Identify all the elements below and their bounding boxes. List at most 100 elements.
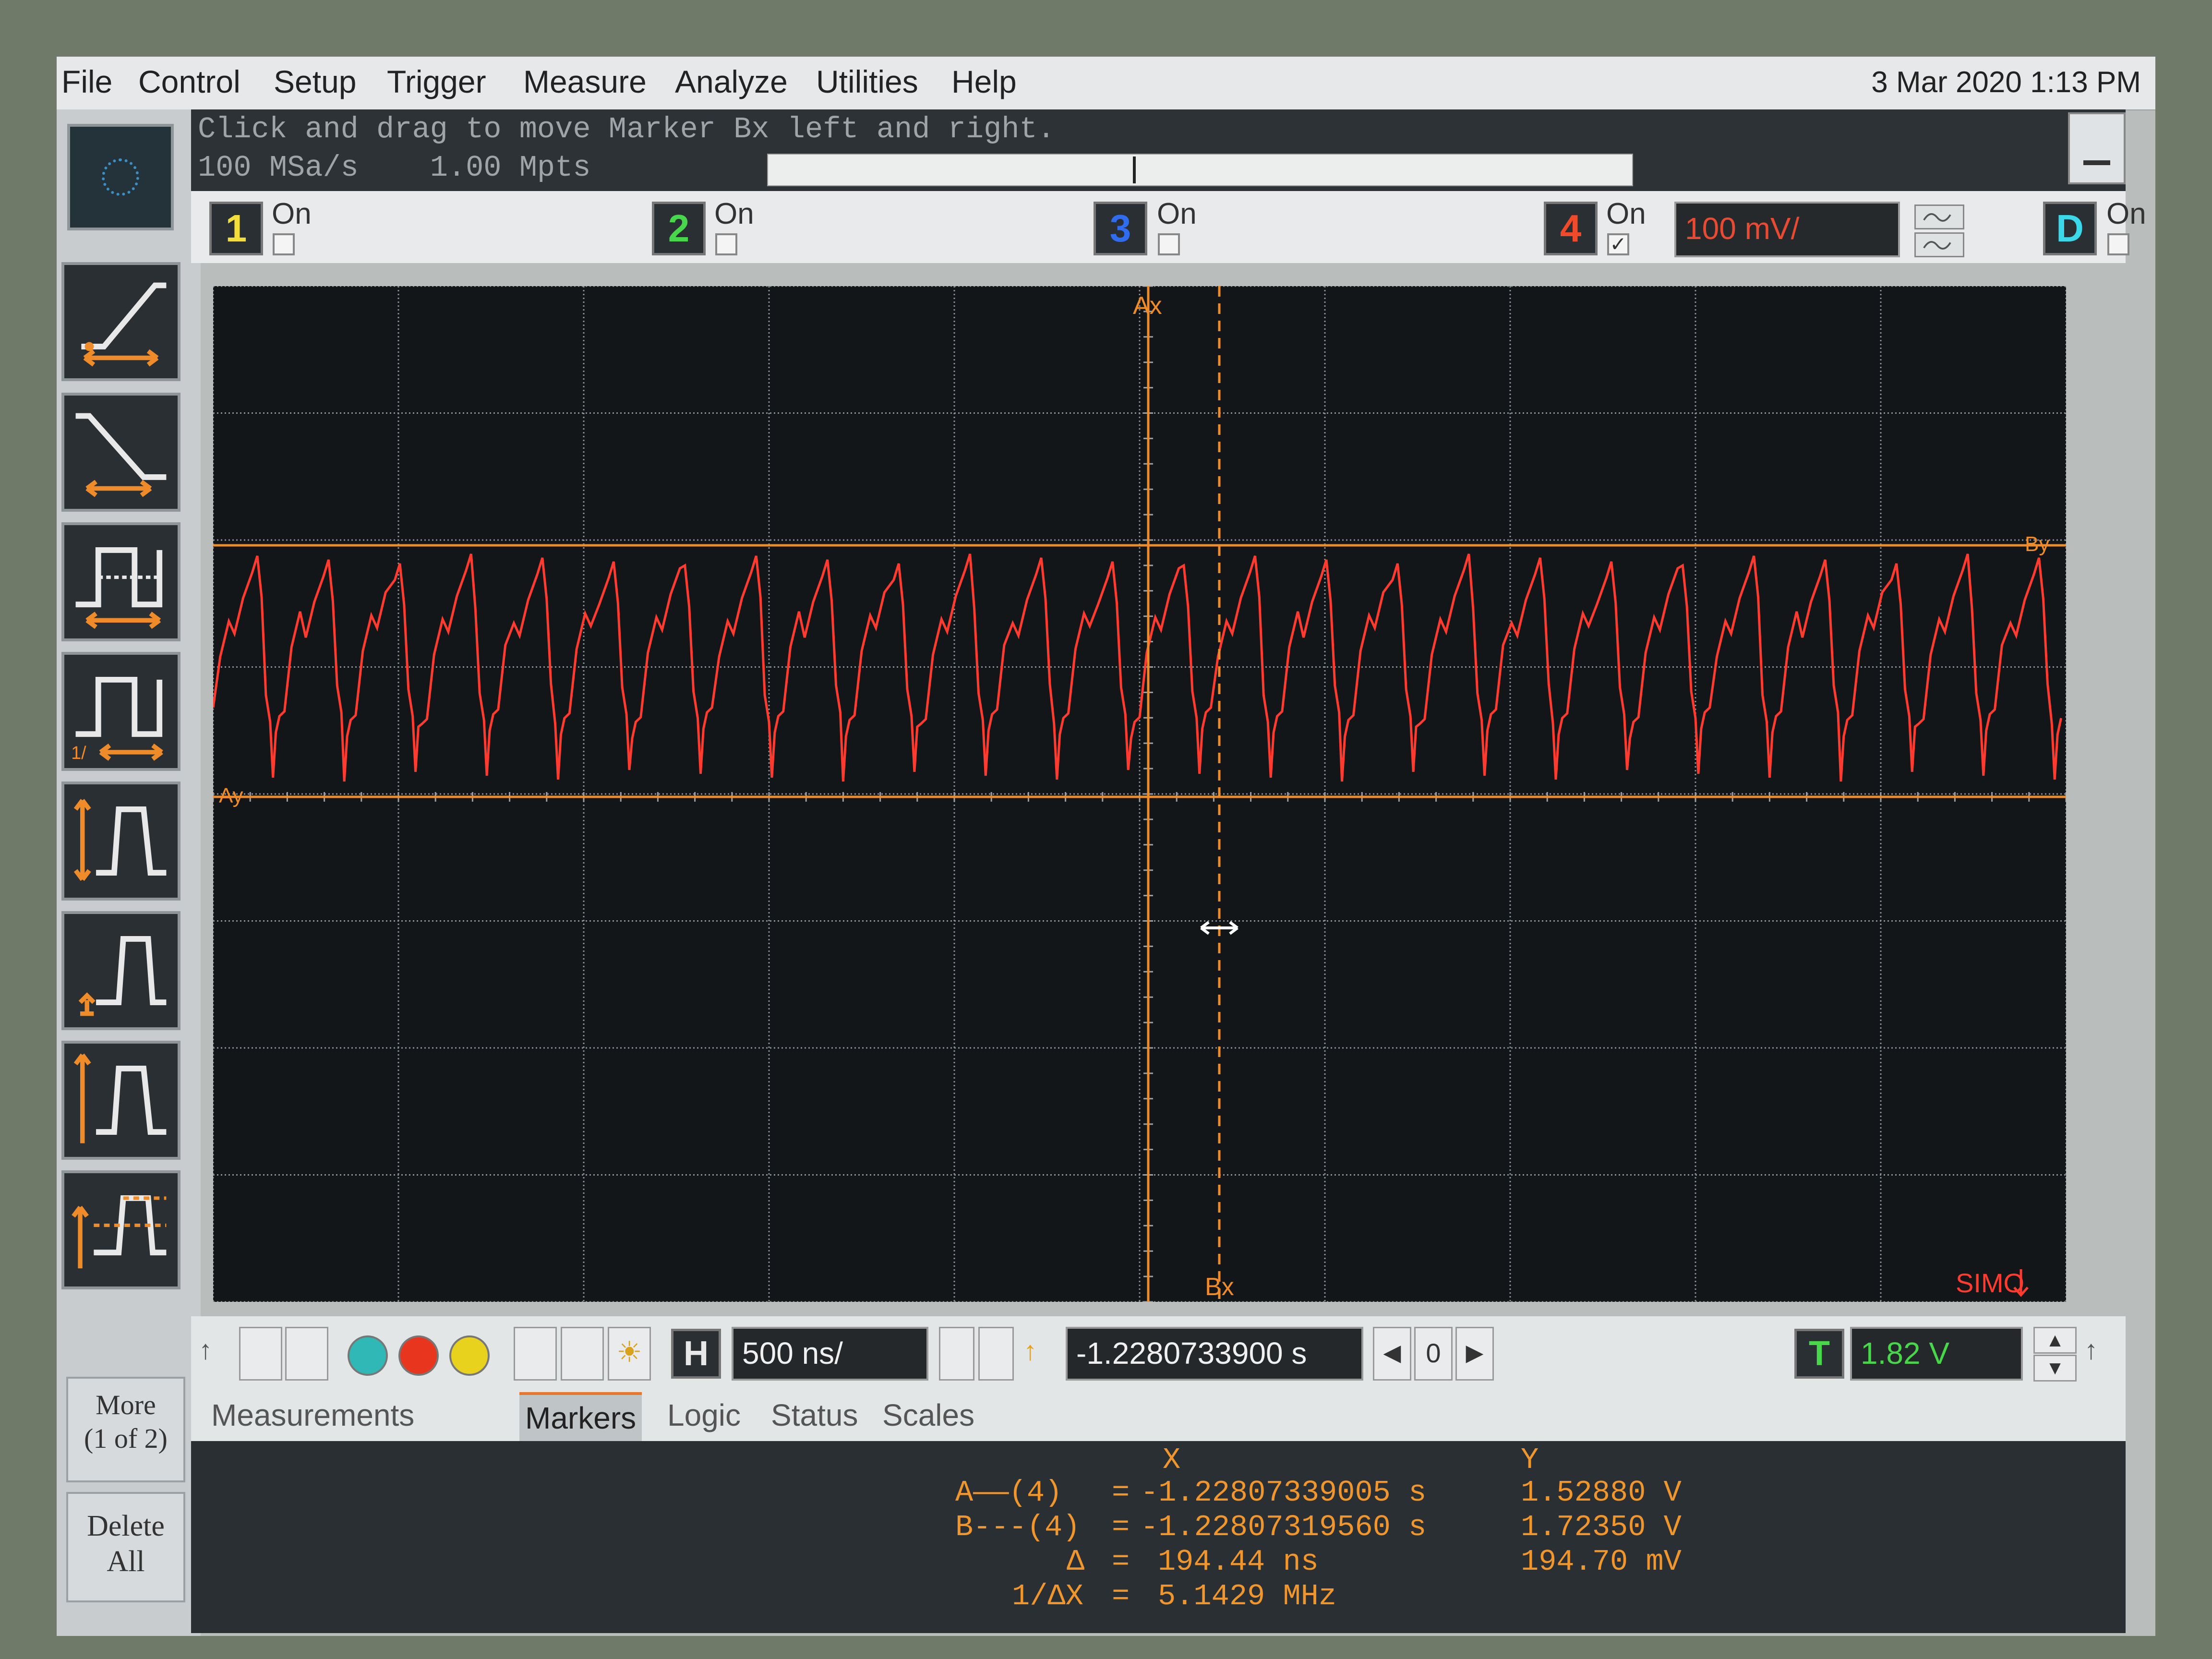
trigger-level-value[interactable]: 1.82 V	[1850, 1327, 2023, 1381]
coupling-up-button[interactable]	[1914, 204, 1964, 229]
channel-2-checkbox[interactable]	[715, 233, 737, 255]
delta-label: Δ	[1067, 1545, 1085, 1579]
delay-reference[interactable]: 0	[1414, 1327, 1453, 1381]
marker-b-y: 1.72350 V	[1521, 1510, 1682, 1544]
timebase-value[interactable]: 500 ns/	[732, 1327, 928, 1381]
readout-x-header: X	[1163, 1443, 1181, 1477]
waveform-svg: Ax Bx Ay By SIMO	[212, 285, 2067, 1303]
channel-1-button[interactable]: 1	[209, 202, 263, 255]
base-measure-icon[interactable]	[61, 911, 180, 1030]
delete-all-button[interactable]: Delete All	[66, 1492, 185, 1602]
svg-text:1/: 1/	[71, 743, 86, 763]
run-button[interactable]	[348, 1335, 388, 1376]
frequency-measure-icon[interactable]: 1/	[61, 652, 180, 771]
memory-position-marker	[1133, 156, 1136, 183]
digital-checkbox[interactable]	[2107, 233, 2129, 255]
marker-by-label: By	[2025, 532, 2049, 556]
channel-1-on-label: On	[272, 197, 312, 230]
stop-button[interactable]	[398, 1335, 439, 1376]
arrow-up-icon[interactable]: ↑	[199, 1327, 228, 1381]
tab-status[interactable]: Status	[765, 1392, 864, 1438]
delta-x: 194.44 ns	[1158, 1545, 1319, 1579]
status-area: Click and drag to move Marker Bx left an…	[191, 109, 2126, 191]
waveform-display[interactable]: Ax Bx Ay By SIMO	[212, 285, 2067, 1303]
oscilloscope-screen: File Control Setup Trigger Measure Analy…	[57, 57, 2155, 1636]
channel-3-on-label: On	[1157, 197, 1197, 230]
date-time: 3 Mar 2020 1:13 PM	[1871, 66, 2141, 99]
menu-bar: File Control Setup Trigger Measure Analy…	[57, 57, 2155, 110]
single-button[interactable]	[449, 1335, 490, 1376]
marker-a-y: 1.52880 V	[1521, 1476, 1682, 1510]
marker-b-x: -1.22807319560 s	[1141, 1510, 1427, 1544]
marker-a-x: -1.22807339005 s	[1141, 1476, 1427, 1510]
marker-bx-label: Bx	[1205, 1273, 1234, 1301]
delay-left-button[interactable]: ◀	[1373, 1327, 1411, 1381]
memory-bar[interactable]	[767, 154, 1633, 186]
readout-equals: =	[1112, 1579, 1130, 1613]
zoom-out-button[interactable]	[285, 1327, 328, 1381]
menu-file[interactable]: File	[61, 63, 112, 100]
channel-3-checkbox[interactable]	[1158, 233, 1180, 255]
marker-ay-label: Ay	[219, 784, 243, 807]
delay-ref-icon: ↑	[1023, 1335, 1037, 1366]
channel-4-scale[interactable]: 100 mV/	[1674, 202, 1900, 257]
menu-setup[interactable]: Setup	[274, 63, 356, 100]
menu-control[interactable]: Control	[138, 63, 240, 100]
coupling-down-button[interactable]	[1914, 232, 1964, 257]
brightness-icon[interactable]: ☀	[608, 1327, 651, 1381]
channel-4-on-label: On	[1606, 197, 1646, 230]
horizontal-controls: ↑ ☀ H 500 ns/ ↑ -1.2280733900 s ◀ 0 ▶ T …	[191, 1316, 2126, 1388]
minimize-button[interactable]	[2068, 112, 2126, 184]
channel-2-button[interactable]: 2	[652, 202, 706, 255]
delay-right-button[interactable]: ▶	[1455, 1327, 1494, 1381]
period-measure-icon[interactable]	[61, 522, 180, 641]
menu-analyze[interactable]: Analyze	[675, 63, 788, 100]
sine-icon	[1923, 241, 1951, 250]
rising-edge-trigger-icon[interactable]	[61, 262, 180, 381]
readout-equals: =	[1112, 1510, 1130, 1544]
marker-readout: X Y A——(4) = -1.22807339005 s 1.52880 V …	[191, 1441, 2126, 1633]
zoom-in-button[interactable]	[239, 1327, 282, 1381]
trigger-up-button[interactable]: ▲	[2033, 1327, 2077, 1354]
print-icon[interactable]	[561, 1327, 604, 1381]
peak-to-peak-icon[interactable]	[61, 1041, 180, 1160]
channel-4-button[interactable]: 4	[1544, 202, 1598, 255]
tab-bar: Measurements Markers Logic Status Scales	[191, 1388, 2126, 1441]
readout-y-header: Y	[1521, 1443, 1539, 1477]
readout-equals: =	[1112, 1476, 1130, 1510]
sample-rate: 100 MSa/s	[198, 151, 359, 185]
tab-measurements[interactable]: Measurements	[205, 1392, 420, 1438]
autoscale-icon[interactable]	[514, 1327, 557, 1381]
sine-icon	[1923, 213, 1951, 222]
tab-logic[interactable]: Logic	[661, 1392, 746, 1438]
falling-edge-trigger-icon[interactable]	[61, 393, 180, 512]
readout-equals: =	[1112, 1545, 1130, 1579]
marker-a-label: A——(4)	[955, 1476, 1063, 1510]
marker-b-label: B---(4)	[955, 1510, 1081, 1544]
digital-channel-button[interactable]: D	[2043, 202, 2097, 255]
channel-3-button[interactable]: 3	[1094, 202, 1147, 255]
timebase-up-button[interactable]	[978, 1327, 1014, 1381]
simo-label: SIMO	[1956, 1268, 2024, 1298]
menu-utilities[interactable]: Utilities	[816, 63, 918, 100]
acquisition-info: 100 MSa/s 1.00 Mpts	[198, 151, 591, 185]
trigger-down-button[interactable]: ▼	[2033, 1355, 2077, 1382]
timebase-down-button[interactable]	[939, 1327, 974, 1381]
horizontal-button[interactable]: H	[671, 1329, 721, 1379]
delay-value[interactable]: -1.2280733900 s	[1066, 1327, 1363, 1381]
channel-1-checkbox[interactable]	[273, 233, 295, 255]
menu-trigger[interactable]: Trigger	[387, 63, 486, 100]
more-button[interactable]: More (1 of 2)	[66, 1377, 185, 1482]
menu-help[interactable]: Help	[951, 63, 1017, 100]
inverse-delta-x: 5.1429 MHz	[1158, 1579, 1337, 1613]
delete-all-label: Delete All	[87, 1510, 165, 1578]
scope-logo-icon[interactable]	[67, 124, 174, 230]
tab-scales[interactable]: Scales	[877, 1392, 980, 1438]
overshoot-measure-icon[interactable]	[61, 1170, 180, 1289]
tab-markers[interactable]: Markers	[519, 1392, 642, 1441]
menu-measure[interactable]: Measure	[523, 63, 647, 100]
amplitude-measure-icon[interactable]	[61, 781, 180, 901]
trigger-button[interactable]: T	[1794, 1329, 1844, 1379]
channel-4-checkbox[interactable]: ✓	[1607, 233, 1629, 255]
trigger-edge-icon: ↑	[2084, 1334, 2098, 1365]
